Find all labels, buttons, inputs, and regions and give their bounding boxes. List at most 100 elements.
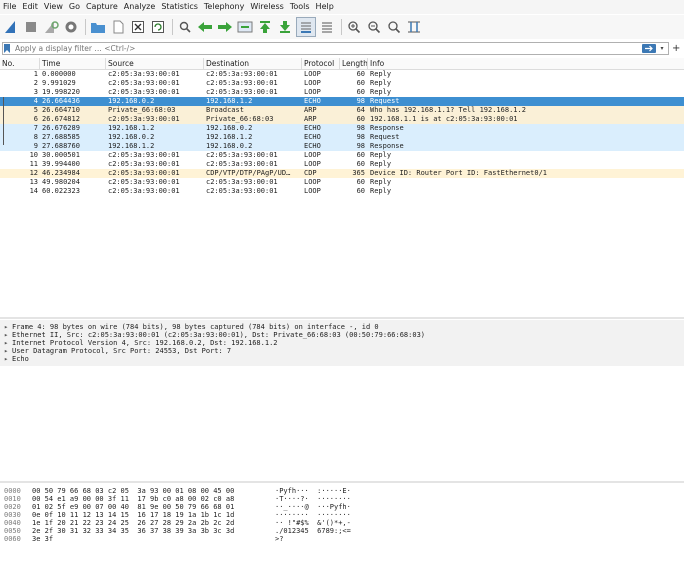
apply-filter-arrow-icon[interactable]	[642, 44, 656, 53]
open-folder-icon[interactable]	[89, 18, 107, 36]
forward-arrow-icon[interactable]	[216, 18, 234, 36]
shark-fin-start-icon[interactable]	[2, 18, 20, 36]
hex-bytes[interactable]: 3e 3f	[32, 535, 275, 543]
column-header-source[interactable]: Source	[106, 58, 204, 69]
packet-row[interactable]: 2 9.991029 c2:05:3a:93:00:01 c2:05:3a:93:00…	[0, 79, 684, 88]
bookmark-icon[interactable]	[4, 44, 10, 53]
column-header-time[interactable]: Time	[40, 58, 106, 69]
hex-offset[interactable]: 0050	[4, 527, 32, 535]
packet-row[interactable]: 6 26.674812 c2:05:3a:93:00:01 Private_66:68…	[0, 115, 684, 124]
pane-splitter[interactable]	[0, 317, 684, 319]
display-filter-input[interactable]	[2, 42, 669, 55]
resize-columns-icon[interactable]	[405, 18, 423, 36]
autoscroll-icon[interactable]	[296, 17, 316, 37]
menu-telephony[interactable]: Telephony	[201, 0, 247, 14]
detail-tree-item[interactable]: ▸ Internet Protocol Version 4, Src: 192.1…	[4, 339, 278, 347]
column-header-length[interactable]: Length	[340, 58, 368, 69]
hex-bytes[interactable]: 00 54 e1 a9 00 00 3f 11 17 9b c0 a8 00 0…	[32, 495, 275, 503]
hex-bytes[interactable]: 0e 0f 10 11 12 13 14 15 16 17 18 19 1a 1…	[32, 511, 275, 519]
column-header-protocol[interactable]: Protocol	[302, 58, 340, 69]
column-header-destination[interactable]: Destination	[204, 58, 302, 69]
packet-row[interactable]: 9 27.688760 192.168.1.2 192.168.0.2 ECHO 98 Re…	[0, 142, 684, 151]
add-filter-button[interactable]: +	[672, 42, 680, 55]
packet-time: 26.674812	[42, 115, 80, 123]
packet-info: Reply	[370, 178, 392, 186]
menu-go[interactable]: Go	[66, 0, 83, 14]
packet-row[interactable]: 13 49.980204 c2:05:3a:93:00:01 c2:05:3a:93:…	[0, 178, 684, 187]
hex-offset[interactable]: 0010	[4, 495, 32, 503]
packet-row[interactable]: 5 26.664710 Private_66:68:03 Broadcast ARP 64…	[0, 106, 684, 115]
ascii-bytes[interactable]: ·Pyfh··· :·····E·	[275, 487, 351, 495]
expand-arrow-icon[interactable]: ▸	[4, 355, 12, 363]
ascii-bytes[interactable]: ·· !"#$% &'()*+,-	[275, 519, 351, 527]
detail-tree-item[interactable]: ▸ Echo	[4, 355, 29, 363]
expand-arrow-icon[interactable]: ▸	[4, 331, 12, 339]
packet-row[interactable]: 1 0.000000 c2:05:3a:93:00:01 c2:05:3a:93:00…	[0, 70, 684, 79]
find-icon[interactable]	[176, 18, 194, 36]
options-gear-icon[interactable]	[62, 18, 80, 36]
hex-offset[interactable]: 0000	[4, 487, 32, 495]
hex-bytes[interactable]: 01 02 5f e9 00 07 00 40 81 9e 00 50 79 6…	[32, 503, 275, 511]
stop-icon[interactable]	[22, 18, 40, 36]
back-arrow-icon[interactable]	[196, 18, 214, 36]
menu-tools[interactable]: Tools	[287, 0, 313, 14]
menu-capture[interactable]: Capture	[83, 0, 121, 14]
packet-row[interactable]: 4 26.664436 192.168.0.2 192.168.1.2 ECHO 98 Re…	[0, 97, 684, 106]
menu-analyze[interactable]: Analyze	[121, 0, 159, 14]
ascii-bytes[interactable]: ··_····@ ···Pyfh·	[275, 503, 351, 511]
packet-destination: c2:05:3a:93:00:01	[206, 70, 278, 78]
hex-offset[interactable]: 0060	[4, 535, 32, 543]
last-packet-icon[interactable]	[276, 18, 294, 36]
ascii-bytes[interactable]: ········ ········	[275, 511, 351, 519]
column-header-no[interactable]: No.	[0, 58, 40, 69]
reload-icon[interactable]	[149, 18, 167, 36]
detail-tree-item[interactable]: ▸ User Datagram Protocol, Src Port: 24553…	[4, 347, 231, 355]
restart-icon[interactable]	[42, 18, 60, 36]
packet-time: 39.994400	[42, 160, 80, 168]
menu-help[interactable]: Help	[313, 0, 337, 14]
go-to-packet-icon[interactable]	[236, 18, 254, 36]
packet-row[interactable]: 10 30.000501 c2:05:3a:93:00:01 c2:05:3a:93:…	[0, 151, 684, 160]
zoom-in-icon[interactable]	[345, 18, 363, 36]
menu-edit[interactable]: Edit	[19, 0, 41, 14]
detail-tree-item[interactable]: ▸ Frame 4: 98 bytes on wire (784 bits), 9…	[4, 323, 379, 331]
packet-row[interactable]: 3 19.998220 c2:05:3a:93:00:01 c2:05:3a:93:0…	[0, 88, 684, 97]
close-file-icon[interactable]	[129, 18, 147, 36]
expand-arrow-icon[interactable]: ▸	[4, 339, 12, 347]
hex-bytes[interactable]: 1e 1f 20 21 22 23 24 25 26 27 28 29 2a 2…	[32, 519, 275, 527]
detail-tree-item[interactable]: ▸ Ethernet II, Src: c2:05:3a:93:00:01 (c2…	[4, 331, 425, 339]
packet-destination: c2:05:3a:93:00:01	[206, 151, 278, 159]
packet-time: 19.998220	[42, 88, 80, 96]
packet-destination: 192.168.0.2	[206, 124, 253, 132]
ascii-bytes[interactable]: ./012345 6789:;<=	[275, 527, 351, 535]
menu-file[interactable]: File	[0, 0, 19, 14]
pane-splitter[interactable]	[0, 481, 684, 483]
expand-arrow-icon[interactable]: ▸	[4, 323, 12, 331]
packet-source: c2:05:3a:93:00:01	[108, 160, 180, 168]
hex-offset[interactable]: 0030	[4, 511, 32, 519]
column-header-info[interactable]: Info	[368, 58, 684, 69]
packet-info: Who has 192.168.1.1? Tell 192.168.1.2	[370, 106, 526, 114]
first-packet-icon[interactable]	[256, 18, 274, 36]
filter-history-chevron-icon[interactable]: ▾	[658, 44, 666, 53]
menu-wireless[interactable]: Wireless	[247, 0, 286, 14]
packet-row[interactable]: 14 60.022323 c2:05:3a:93:00:01 c2:05:3a:93:…	[0, 187, 684, 196]
expand-arrow-icon[interactable]: ▸	[4, 347, 12, 355]
menu-statistics[interactable]: Statistics	[158, 0, 201, 14]
hex-offset[interactable]: 0040	[4, 519, 32, 527]
hex-bytes[interactable]: 2e 2f 30 31 32 33 34 35 36 37 38 39 3a 3…	[32, 527, 275, 535]
menu-view[interactable]: View	[41, 0, 66, 14]
file-icon[interactable]	[109, 18, 127, 36]
packet-row[interactable]: 7 26.676289 192.168.1.2 192.168.0.2 ECHO 98 Re…	[0, 124, 684, 133]
packet-row[interactable]: 8 27.688585 192.168.0.2 192.168.1.2 ECHO 98 Re…	[0, 133, 684, 142]
ascii-bytes[interactable]: >?	[275, 535, 283, 543]
ascii-bytes[interactable]: ·T····?· ········	[275, 495, 351, 503]
packet-row[interactable]: 12 46.234984 c2:05:3a:93:00:01 CDP/VTP/DTP/…	[0, 169, 684, 178]
hex-bytes[interactable]: 00 50 79 66 68 03 c2 05 3a 93 00 01 08 0…	[32, 487, 275, 495]
packet-protocol: ARP	[304, 106, 317, 114]
packet-row[interactable]: 11 39.994400 c2:05:3a:93:00:01 c2:05:3a:93:…	[0, 160, 684, 169]
zoom-normal-icon[interactable]	[385, 18, 403, 36]
zoom-out-icon[interactable]	[365, 18, 383, 36]
colorize-icon[interactable]	[318, 18, 336, 36]
hex-offset[interactable]: 0020	[4, 503, 32, 511]
